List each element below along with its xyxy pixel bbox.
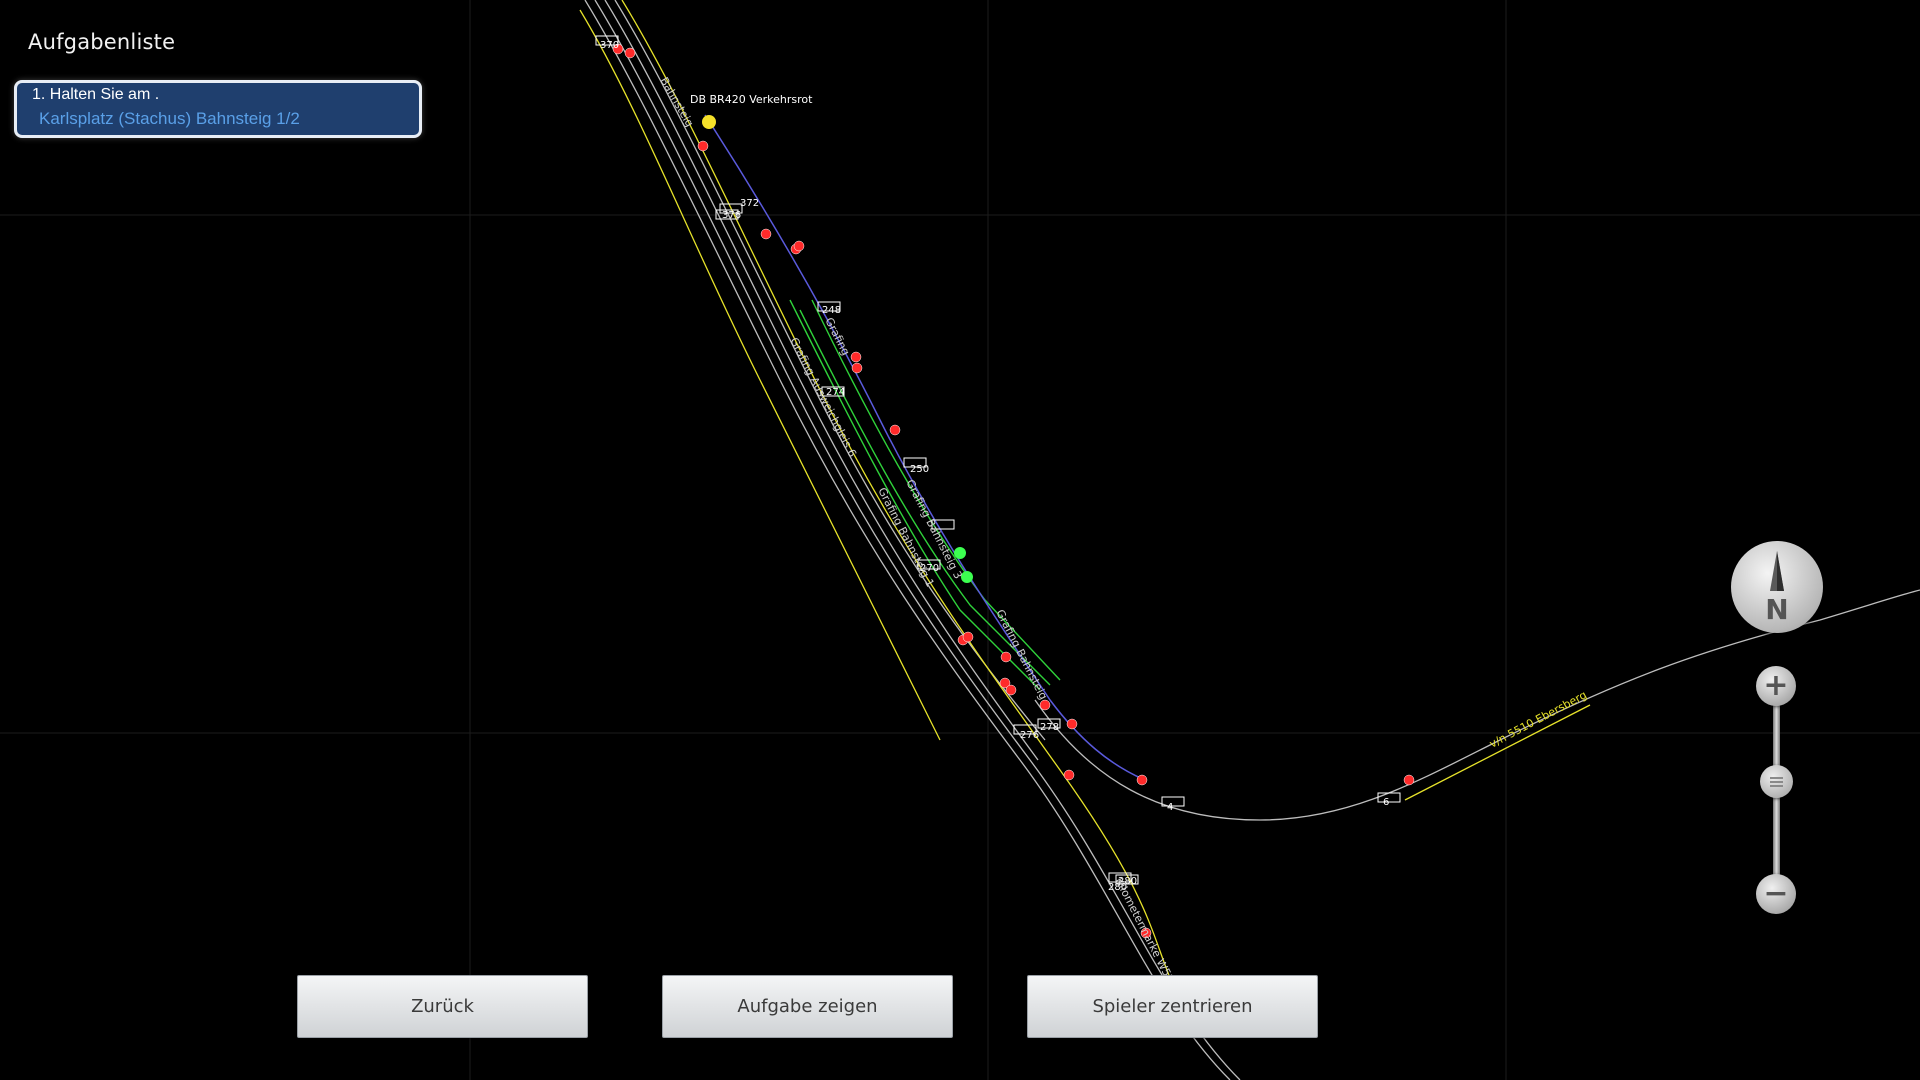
km-label: 4 <box>1167 802 1173 813</box>
km-label: 278 <box>1040 722 1059 733</box>
tracks-yellow <box>579 0 1591 1001</box>
grip-icon <box>1770 777 1783 787</box>
signal-red <box>850 351 862 363</box>
km-marker-labels: 370 372 376 248 274 250 270 278 276 4 6 … <box>600 40 1389 893</box>
back-button[interactable]: Zurück <box>297 975 588 1038</box>
zoom-in-button[interactable]: + <box>1756 666 1796 706</box>
km-label: 248 <box>822 305 841 316</box>
signal-red <box>1039 699 1051 711</box>
signal-red <box>1066 718 1078 730</box>
compass-north-label: N <box>1765 593 1789 626</box>
km-label: 6 <box>1383 797 1389 808</box>
km-markers <box>595 35 1401 885</box>
signal-red <box>697 140 709 152</box>
signals-red <box>612 43 1415 939</box>
compass-button[interactable]: N <box>1731 541 1823 633</box>
plus-icon: + <box>1763 668 1789 703</box>
zoom-out-button[interactable]: − <box>1756 874 1796 914</box>
track-labels: DB BR420 Verkehrsrot v/n 5510 Ebersberg … <box>657 75 1589 985</box>
signal-red <box>760 228 772 240</box>
signal-red <box>1063 769 1075 781</box>
signal-red <box>889 424 901 436</box>
km-label: 370 <box>600 40 619 51</box>
track-label-ebersberg: v/n 5510 Ebersberg <box>1487 688 1589 750</box>
signal-red <box>962 631 974 643</box>
signal-red <box>1136 774 1148 786</box>
signal-red <box>851 362 863 374</box>
zoom-slider-thumb[interactable] <box>1760 765 1793 798</box>
km-label: 276 <box>1020 730 1039 741</box>
signal-red <box>1403 774 1415 786</box>
train-name-label: DB BR420 Verkehrsrot <box>690 93 813 106</box>
task-card[interactable]: 1. Halten Sie am . Karlsplatz (Stachus) … <box>14 80 422 138</box>
signal-red <box>1000 651 1012 663</box>
map-grid <box>0 0 1920 1080</box>
tracks-green <box>789 299 1061 691</box>
task-step-label: 1. Halten Sie am . <box>32 86 160 103</box>
task-list-title: Aufgabenliste <box>28 30 176 54</box>
km-label: 376 <box>722 210 741 221</box>
signal-red <box>1005 684 1017 696</box>
player-train[interactable] <box>702 115 716 129</box>
task-destination-label: Karlsplatz (Stachus) Bahnsteig 1/2 <box>39 109 300 128</box>
tracks-gray <box>584 0 1920 1080</box>
track-label-kilometermarke: Kilometermarke W52 <box>1112 875 1176 984</box>
signal-red <box>793 240 805 252</box>
km-label: 250 <box>910 464 929 475</box>
signal-red <box>624 47 636 59</box>
track-map[interactable]: 370 372 376 248 274 250 270 278 276 4 6 … <box>0 0 1920 1080</box>
minus-icon: − <box>1763 876 1789 911</box>
km-label: 372 <box>740 198 759 209</box>
center-player-button[interactable]: Spieler zentrieren <box>1027 975 1318 1038</box>
show-task-button[interactable]: Aufgabe zeigen <box>662 975 953 1038</box>
